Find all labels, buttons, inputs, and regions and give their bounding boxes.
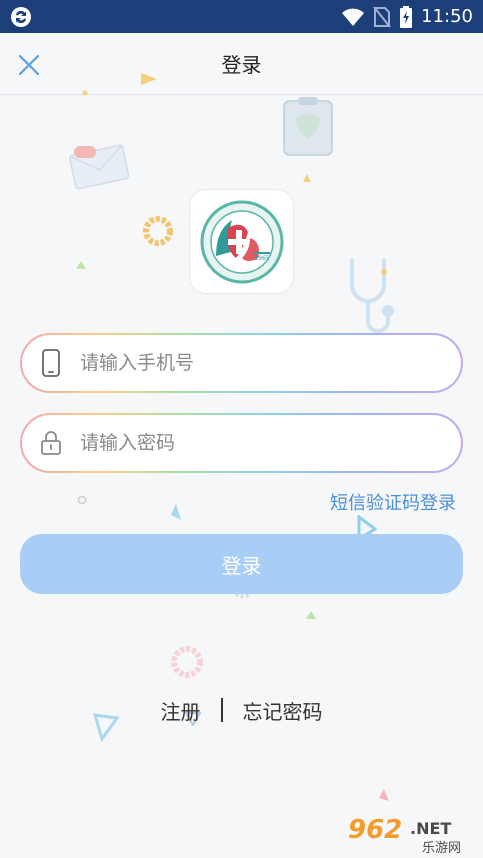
phone-input[interactable]	[80, 352, 440, 374]
dot-decoration	[381, 269, 387, 275]
close-icon	[18, 54, 40, 76]
triangle-decoration	[306, 611, 316, 619]
forgot-password-link[interactable]: 忘记密码	[243, 696, 323, 725]
status-left	[10, 6, 32, 28]
header: 登录	[0, 33, 483, 95]
lock-icon-wrapper	[22, 430, 80, 456]
logo-year: 1965	[254, 255, 269, 262]
gear-decoration	[143, 216, 173, 246]
triangle-decoration	[379, 789, 389, 801]
sms-login-link[interactable]: 短信验证码登录	[330, 489, 456, 515]
stethoscope-icon	[350, 259, 394, 333]
app-icon	[11, 6, 31, 27]
phone-icon-wrapper	[22, 348, 80, 378]
phone-icon	[42, 349, 60, 377]
hospital-emblem-icon: 1965	[200, 200, 283, 283]
watermark-suffix: .NET	[410, 819, 451, 838]
clipboard-icon	[283, 97, 333, 156]
envelope-icon	[68, 144, 130, 190]
phone-field-inner	[22, 335, 461, 391]
lock-icon	[41, 431, 61, 455]
password-input[interactable]	[80, 432, 440, 454]
dot-decoration	[303, 174, 311, 182]
gear-decoration	[171, 646, 203, 678]
app-logo: 1965	[190, 190, 293, 293]
wifi-icon	[342, 8, 365, 26]
login-button-label: 登录	[221, 553, 262, 578]
phone-field	[20, 333, 463, 393]
password-field	[20, 413, 463, 473]
triangle-decoration	[171, 504, 181, 520]
battery-icon	[400, 5, 413, 28]
watermark-sub: 乐游网	[422, 841, 461, 856]
page-title: 登录	[221, 53, 262, 77]
close-button[interactable]	[14, 50, 44, 80]
pin-decoration	[77, 495, 87, 505]
watermark-brand: 962	[348, 815, 402, 845]
password-field-inner	[22, 415, 461, 471]
bottom-links: 注册 忘记密码	[0, 690, 483, 730]
register-link[interactable]: 注册	[161, 696, 201, 725]
status-right: 11:50	[341, 5, 473, 28]
status-bar: 11:50	[0, 0, 483, 33]
watermark-logo: 962 .NET 乐游网	[340, 808, 483, 858]
login-button[interactable]: 登录	[20, 534, 463, 594]
no-sim-icon	[373, 5, 391, 28]
dot-decoration	[82, 90, 88, 96]
triangle-decoration	[141, 73, 157, 85]
watermark-icon: 962 .NET 乐游网	[340, 808, 483, 858]
status-time: 11:50	[421, 6, 473, 27]
triangle-decoration	[76, 261, 86, 269]
link-divider	[220, 698, 223, 722]
